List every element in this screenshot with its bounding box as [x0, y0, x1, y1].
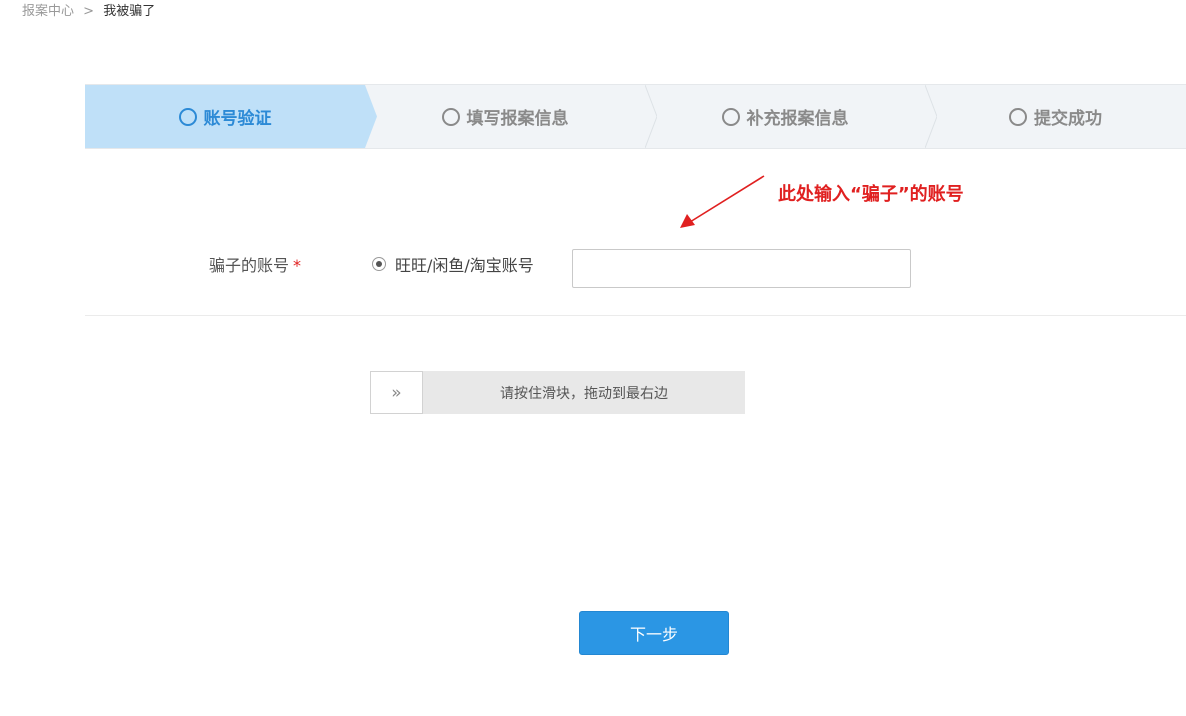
step-separator-arrow-icon [645, 85, 657, 148]
step-progress: 账号验证 填写报案信息 补充报案信息 提交成功 [85, 84, 1186, 149]
next-step-button[interactable]: 下一步 [579, 611, 729, 655]
slider-instruction: 请按住滑块，拖动到最右边 [500, 385, 668, 402]
step-circle-icon [721, 107, 740, 126]
field-label-text: 骗子的账号 [209, 256, 290, 275]
step-circle-icon [1009, 107, 1027, 126]
scammer-account-input[interactable] [572, 249, 911, 288]
slider-captcha[interactable]: » 请按住滑块，拖动到最右边 [370, 371, 745, 414]
account-type-radio[interactable] [372, 257, 386, 271]
step-supplement-report-info: 补充报案信息 [645, 85, 937, 148]
step-label: 提交成功 [1034, 109, 1102, 129]
step-fill-report-info: 填写报案信息 [365, 85, 657, 148]
account-type-radio-option[interactable]: 旺旺/闲鱼/淘宝账号 [372, 252, 534, 276]
scammer-account-label: 骗子的账号 * [209, 252, 301, 276]
step-circle-icon [178, 107, 197, 126]
slider-handle[interactable]: » [370, 371, 423, 414]
step-submit-success: 提交成功 [925, 85, 1186, 148]
required-mark: * [293, 256, 302, 275]
double-chevron-right-icon: » [391, 382, 402, 403]
step-label: 填写报案信息 [466, 109, 569, 129]
step-label: 账号验证 [203, 109, 272, 129]
account-type-radio-label: 旺旺/闲鱼/淘宝账号 [395, 256, 534, 275]
divider [85, 315, 1186, 316]
breadcrumb: 报案中心 > 我被骗了 [22, 3, 155, 21]
annotation-text: 此处输入“骗子”的账号 [778, 184, 964, 205]
breadcrumb-link-report-center[interactable]: 报案中心 [22, 4, 74, 19]
step-account-verification: 账号验证 [85, 85, 377, 148]
breadcrumb-current: 我被骗了 [103, 4, 156, 19]
step-circle-icon [441, 107, 460, 126]
step-separator-arrow-icon [365, 85, 377, 148]
step-label: 补充报案信息 [746, 109, 849, 129]
breadcrumb-separator: > [83, 4, 95, 19]
step-separator-arrow-icon [925, 85, 937, 148]
annotation-arrow-icon [680, 175, 765, 228]
page: 报案中心 > 我被骗了 账号验证 填写报案信息 补充报案信息 提交成功 此处输入… [0, 0, 1186, 716]
